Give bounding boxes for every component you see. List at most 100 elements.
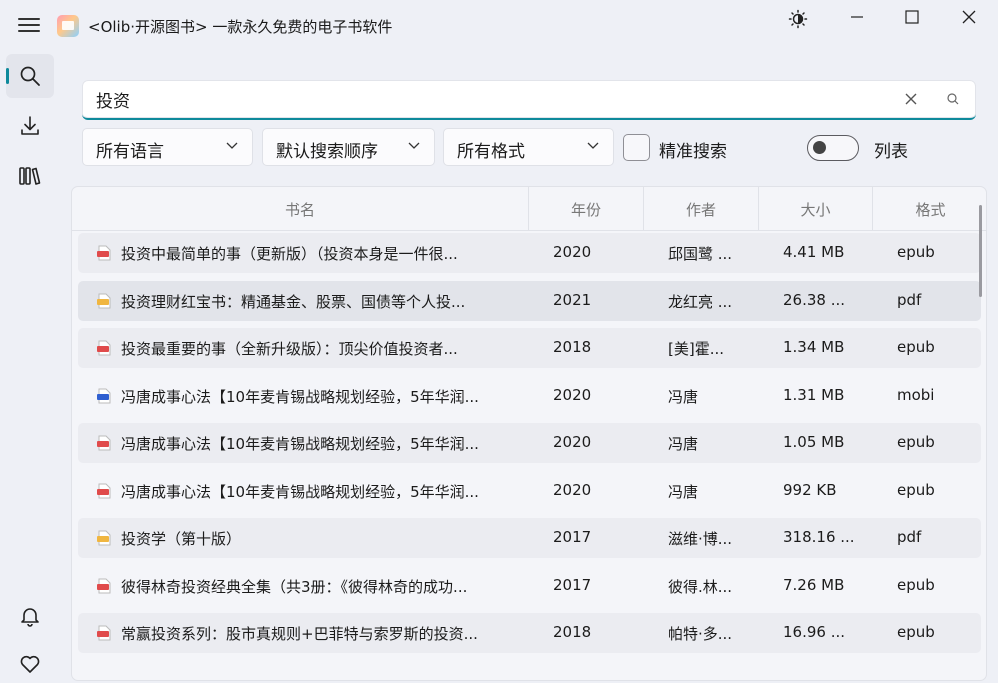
list-view-toggle[interactable] <box>807 135 859 161</box>
close-icon <box>962 10 976 24</box>
language-dropdown[interactable]: 所有语言 <box>82 128 253 166</box>
book-title: 冯唐成事心法【10年麦肯锡战略规划经验，5年华润... <box>121 482 479 501</box>
epub-file-icon <box>97 625 111 641</box>
book-size: 992 KB <box>783 480 837 499</box>
minimize-button[interactable] <box>834 4 880 30</box>
column-header-author[interactable]: 作者 <box>644 187 759 231</box>
epub-file-icon <box>97 245 111 261</box>
epub-file-icon <box>97 435 111 451</box>
book-title: 彼得林奇投资经典全集（共3册：《彼得林奇的成功... <box>121 577 468 596</box>
bell-icon <box>21 608 39 627</box>
table-row[interactable]: 冯唐成事心法【10年麦肯锡战略规划经验，5年华润... 2020 冯唐 1.05 MB… <box>78 423 981 463</box>
heart-icon <box>20 655 40 673</box>
book-title: 投资最重要的事（全新升级版）：顶尖价值投资者... <box>121 340 458 358</box>
search-icon <box>20 66 40 86</box>
book-year: 2020 <box>553 385 592 404</box>
table-row[interactable]: 投资理财红宝书：精通基金、股票、国债等个人投... 2021 龙红亮 ... 26.3… <box>78 280 981 321</box>
chevron-down-icon <box>587 142 599 149</box>
language-dropdown-value: 所有语言 <box>96 142 164 162</box>
book-title: 投资学（第十版） <box>121 530 242 548</box>
table-header: 书名 年份 作者 大小 格式 <box>72 187 986 231</box>
column-header-title[interactable]: 书名 <box>72 187 529 231</box>
column-header-format[interactable]: 格式 <box>873 187 986 231</box>
book-year: 2020 <box>553 480 592 499</box>
book-author: 冯唐 <box>668 387 699 406</box>
book-size: 318.16 ... <box>783 528 855 546</box>
book-author: 冯唐 <box>668 482 699 501</box>
book-author: 冯唐 <box>668 435 699 453</box>
book-title: 冯唐成事心法【10年麦肯锡战略规划经验，5年华润... <box>121 387 479 406</box>
book-size: 1.31 MB <box>783 385 845 404</box>
book-author: 彼得.林... <box>668 577 733 596</box>
search-bar <box>82 80 976 120</box>
exact-search-checkbox[interactable] <box>623 134 650 161</box>
book-format: pdf <box>897 528 922 546</box>
book-author: 龙红亮 ... <box>668 292 733 311</box>
table-row[interactable]: 投资学（第十版） 2017 滋维·博... 318.16 ... pdf <box>78 518 981 558</box>
hamburger-icon <box>18 18 40 20</box>
table-row[interactable]: 投资中最简单的事（更新版）（投资本身是一件很... 2020 邱国鹭 ... 4.41… <box>78 233 981 273</box>
close-icon <box>905 93 917 105</box>
sort-order-dropdown[interactable]: 默认搜索顺序 <box>262 128 435 166</box>
library-icon <box>19 167 41 185</box>
format-dropdown[interactable]: 所有格式 <box>443 128 614 166</box>
exact-search-label: 精准搜索 <box>659 142 727 162</box>
nav-download[interactable] <box>6 104 54 148</box>
search-input[interactable] <box>96 88 856 110</box>
table-row[interactable]: 投资最重要的事（全新升级版）：顶尖价值投资者... 2018 [美]霍... 1.34… <box>78 328 981 368</box>
book-year: 2018 <box>553 338 592 356</box>
theme-toggle-button[interactable] <box>775 6 821 32</box>
app-title: <Olib·开源图书> 一款永久免费的电子书软件 <box>88 18 393 36</box>
app-logo <box>57 15 79 37</box>
sort-order-dropdown-value: 默认搜索顺序 <box>276 142 378 162</box>
book-title: 冯唐成事心法【10年麦肯锡战略规划经验，5年华润... <box>121 435 479 453</box>
pdf-file-icon <box>97 293 111 308</box>
nav-search[interactable] <box>6 54 54 98</box>
clear-search-button[interactable] <box>902 90 920 108</box>
download-icon <box>21 116 39 135</box>
book-size: 26.38 ... <box>783 290 846 309</box>
book-author: 滋维·博... <box>668 530 733 548</box>
table-row[interactable]: 冯唐成事心法【10年麦肯锡战略规划经验，5年华润... 2020 冯唐 1.31 MB… <box>78 376 981 416</box>
book-format: epub <box>897 480 935 499</box>
book-year: 2021 <box>553 290 592 309</box>
book-title: 常赢投资系列：股市真规则+巴菲特与索罗斯的投资... <box>121 625 478 643</box>
book-size: 16.96 ... <box>783 623 846 641</box>
epub-file-icon <box>97 340 111 356</box>
book-format: epub <box>897 243 935 261</box>
list-view-label: 列表 <box>874 142 908 162</box>
column-header-size[interactable]: 大小 <box>759 187 873 231</box>
nav-notifications[interactable] <box>6 594 54 638</box>
book-format: epub <box>897 623 935 641</box>
maximize-button[interactable] <box>889 4 935 30</box>
table-row[interactable]: 常赢投资系列：股市真规则+巴菲特与索罗斯的投资... 2018 帕特·多... 16.… <box>78 613 981 653</box>
nav-favorites[interactable] <box>6 642 54 683</box>
book-size: 1.34 MB <box>783 338 845 356</box>
book-title: 投资理财红宝书：精通基金、股票、国债等个人投... <box>121 292 466 311</box>
column-header-year[interactable]: 年份 <box>529 187 644 231</box>
chevron-down-icon <box>408 142 420 149</box>
chevron-down-icon <box>226 142 238 149</box>
book-format: pdf <box>897 290 922 309</box>
epub-file-icon <box>97 483 111 498</box>
close-window-button[interactable] <box>946 4 992 30</box>
toggle-knob <box>813 141 826 154</box>
book-author: 邱国鹭 ... <box>668 245 733 263</box>
book-size: 7.26 MB <box>783 575 845 594</box>
results-table: 书名 年份 作者 大小 格式 投资中最简单的事（更新版）（投资本身是一件很...… <box>71 186 987 681</box>
theme-icon <box>788 9 808 29</box>
nav-library[interactable] <box>6 154 54 198</box>
scrollbar-thumb[interactable] <box>979 205 982 297</box>
book-author: 帕特·多... <box>668 625 733 643</box>
format-dropdown-value: 所有格式 <box>457 142 525 162</box>
book-year: 2020 <box>553 243 592 261</box>
book-format: mobi <box>897 385 935 404</box>
book-year: 2020 <box>553 433 592 451</box>
menu-button[interactable] <box>16 14 42 38</box>
table-row[interactable]: 彼得林奇投资经典全集（共3册：《彼得林奇的成功... 2017 彼得.林... 7.2… <box>78 566 981 606</box>
search-submit-button[interactable] <box>944 90 962 108</box>
minimize-icon <box>851 16 863 18</box>
table-row[interactable]: 冯唐成事心法【10年麦肯锡战略规划经验，5年华润... 2020 冯唐 992 KB e… <box>78 471 981 511</box>
book-format: epub <box>897 433 935 451</box>
book-size: 4.41 MB <box>783 243 845 261</box>
